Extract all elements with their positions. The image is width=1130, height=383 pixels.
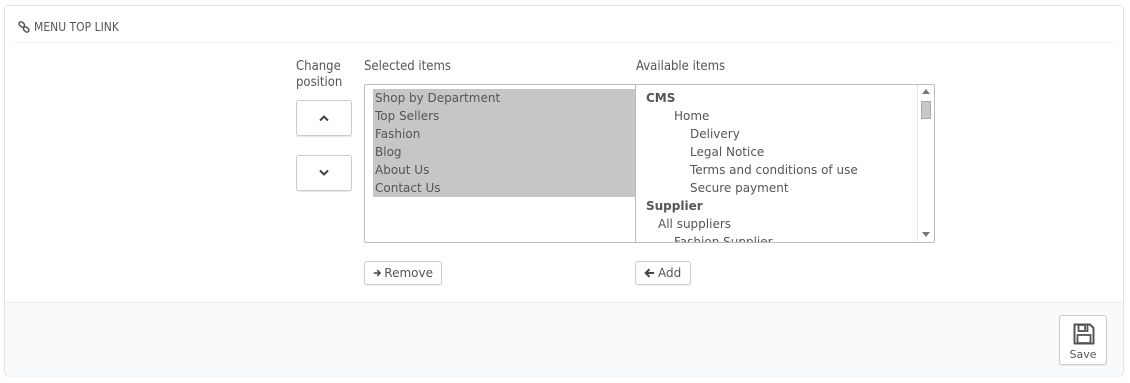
- chevron-down-icon: [319, 169, 329, 176]
- add-button[interactable]: Add: [635, 261, 691, 285]
- save-button-label: Save: [1069, 348, 1097, 361]
- link-icon: [18, 21, 30, 33]
- change-position-label-line1: Change: [296, 59, 341, 74]
- available-item[interactable]: Delivery: [636, 125, 918, 143]
- available-group-header[interactable]: CMS: [636, 89, 918, 107]
- available-items-scrollbar[interactable]: [917, 85, 934, 242]
- arrow-right-icon: [373, 269, 382, 277]
- available-items-listbox[interactable]: CMS Home Delivery Legal Notice Terms and con…: [635, 84, 935, 243]
- change-position-label: Change position: [296, 59, 342, 91]
- panel-title: MENU TOP LINK: [34, 20, 119, 34]
- menu-top-link-panel: MENU TOP LINK Change position Selected i…: [4, 5, 1124, 376]
- move-down-button[interactable]: [296, 155, 352, 191]
- available-item[interactable]: Home: [636, 107, 918, 125]
- panel-footer: Save: [5, 302, 1123, 376]
- available-items-list: CMS Home Delivery Legal Notice Terms and con…: [636, 89, 918, 242]
- move-up-button[interactable]: [296, 100, 352, 136]
- available-group-header[interactable]: Supplier: [636, 197, 918, 215]
- selected-item[interactable]: Top Sellers: [373, 107, 635, 125]
- selected-item[interactable]: About Us: [373, 161, 635, 179]
- scrollbar-thumb[interactable]: [921, 101, 931, 119]
- arrow-left-icon: [644, 268, 654, 278]
- scroll-down-arrow-icon[interactable]: [922, 232, 930, 237]
- available-item[interactable]: Secure payment: [636, 179, 918, 197]
- selected-item[interactable]: Shop by Department: [373, 89, 635, 107]
- chevron-up-icon: [319, 115, 329, 122]
- available-item[interactable]: Fashion Supplier: [636, 233, 918, 242]
- panel-heading: MENU TOP LINK: [15, 14, 1113, 43]
- remove-button[interactable]: Remove: [364, 261, 442, 285]
- selected-items-listbox[interactable]: Shop by Department Top Sellers Fashion Blog…: [364, 84, 636, 243]
- selected-items-list: Shop by Department Top Sellers Fashion Blog…: [373, 89, 635, 197]
- scroll-up-arrow-icon[interactable]: [922, 89, 930, 94]
- available-items-label: Available items: [636, 59, 726, 74]
- add-button-label: Add: [658, 266, 682, 280]
- selected-item[interactable]: Contact Us: [373, 179, 635, 197]
- selected-item[interactable]: Fashion: [373, 125, 635, 143]
- available-item[interactable]: Terms and conditions of use: [636, 161, 918, 179]
- available-item[interactable]: Legal Notice: [636, 143, 918, 161]
- selected-items-label: Selected items: [364, 59, 451, 74]
- remove-button-label: Remove: [384, 266, 433, 280]
- available-item[interactable]: All suppliers: [636, 215, 918, 233]
- selected-item[interactable]: Blog: [373, 143, 635, 161]
- change-position-label-line2: position: [296, 75, 343, 90]
- save-button[interactable]: Save: [1059, 315, 1107, 365]
- floppy-disk-icon: [1073, 323, 1095, 345]
